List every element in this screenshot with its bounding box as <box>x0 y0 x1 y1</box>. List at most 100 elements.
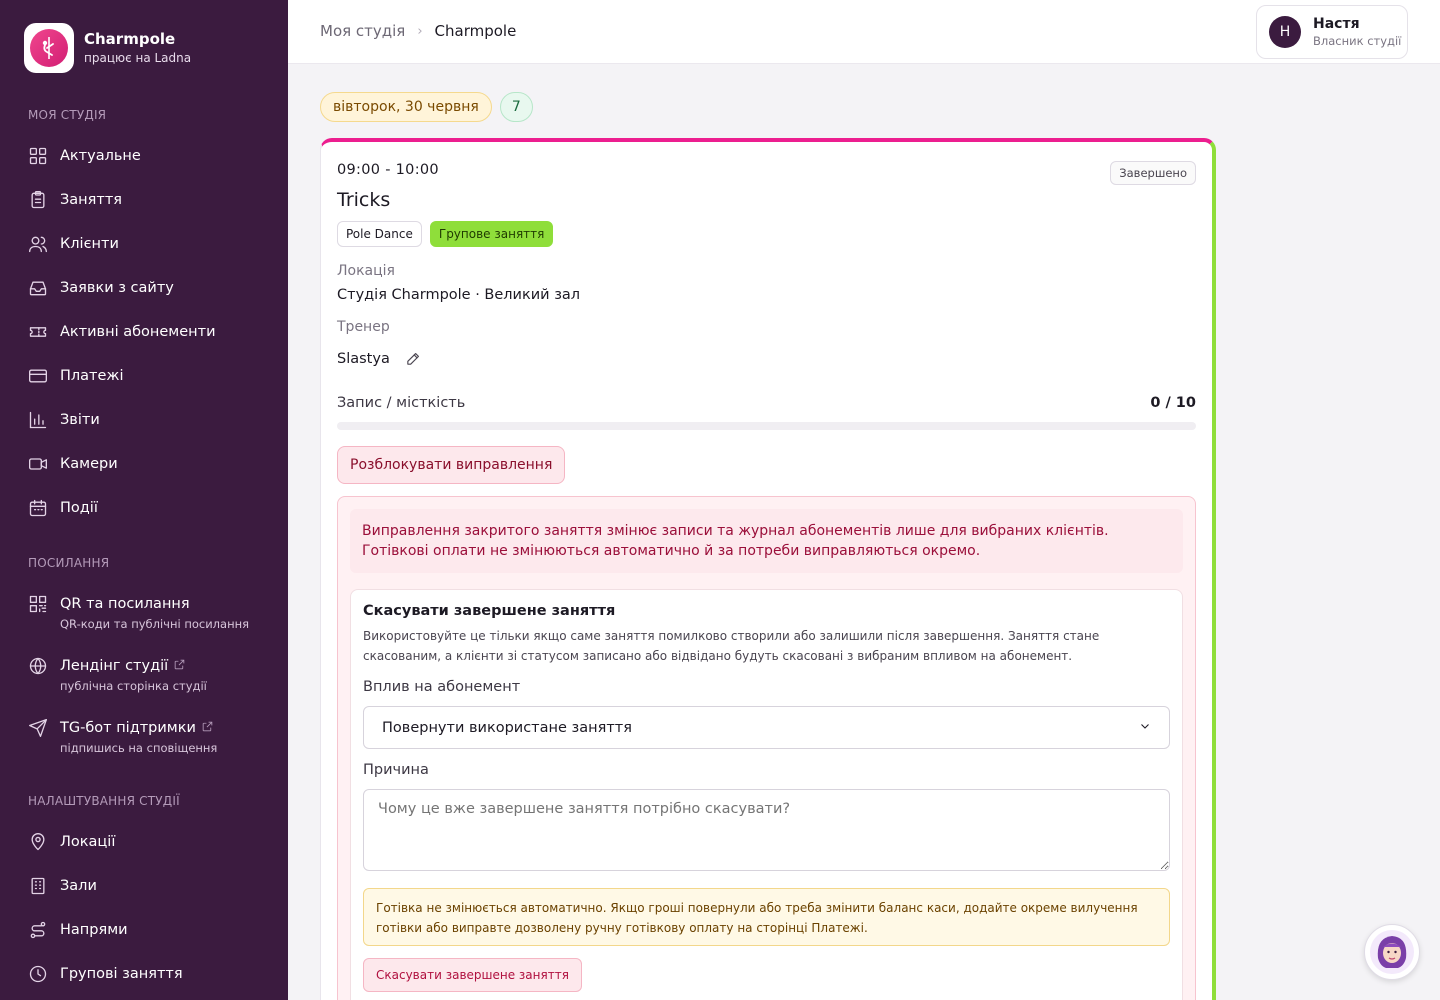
session-title: Tricks <box>337 189 391 211</box>
sidebar-item-label: Актуальне <box>60 148 141 164</box>
user-menu[interactable]: Н Настя Власник студії <box>1256 5 1408 59</box>
sidebar-item-label: Звіти <box>60 412 100 428</box>
cash-notice: Готівка не змінюється автоматично. Якщо … <box>363 888 1170 946</box>
sidebar-link-label: Лендінг студії <box>60 658 169 674</box>
trainer-label: Тренер <box>337 319 390 335</box>
session-time: 09:00 - 10:00 <box>337 162 439 178</box>
cancel-completed-button[interactable]: Скасувати завершене заняття <box>363 958 582 992</box>
date-pill: вівторок, 30 червня <box>320 92 492 122</box>
brand-logo <box>24 23 74 73</box>
trainer-value: Slastya <box>337 351 390 367</box>
pencil-icon <box>405 352 422 371</box>
cancel-section-description: Використовуйте це тільки якщо саме занят… <box>363 629 1100 663</box>
sidebar-item-label: Події <box>60 500 98 516</box>
chevron-right-icon: › <box>417 23 423 39</box>
avatar: Н <box>1269 16 1301 48</box>
clock-icon <box>28 964 48 984</box>
sidebar-item-directions[interactable]: Напрями <box>28 914 268 946</box>
capacity-value: 0 / 10 <box>1150 395 1196 411</box>
sidebar-item-classes[interactable]: Заняття <box>28 184 268 216</box>
cancel-section-title: Скасувати завершене заняття <box>363 603 616 619</box>
status-badge: Завершено <box>1110 161 1196 185</box>
sidebar-item-label: Камери <box>60 456 118 472</box>
session-card: 09:00 - 10:00 Завершено Tricks Pole Danc… <box>320 138 1216 1000</box>
sidebar-link-subtitle: підпишись на сповіщення <box>60 741 218 755</box>
brand-name: Charmpole <box>84 30 176 48</box>
sidebar-item-label: Платежі <box>60 368 124 384</box>
assistant-avatar-icon <box>1370 930 1414 974</box>
location-label: Локація <box>337 263 395 279</box>
route-icon <box>28 920 48 940</box>
video-icon <box>28 454 48 474</box>
sidebar-item-cameras[interactable]: Камери <box>28 448 268 480</box>
session-count-badge: 7 <box>499 92 533 122</box>
calendar-icon <box>28 498 48 518</box>
clipboard-icon <box>28 190 48 210</box>
date-header: вівторок, 30 червня 7 <box>320 92 533 122</box>
sidebar-link-tg-bot[interactable]: TG-бот підтримки підпишись на сповіщення <box>28 716 268 756</box>
sidebar-link-label: QR та посилання <box>60 596 190 612</box>
sidebar-item-label: Напрями <box>60 922 128 938</box>
unlock-correction-button[interactable]: Розблокувати виправлення <box>337 446 566 484</box>
sidebar-link-landing[interactable]: Лендінг студії публічна сторінка студії <box>28 654 268 694</box>
top-bar: Моя студія › Charmpole Н Настя Власник с… <box>288 0 1440 64</box>
location-value: Студія Charmpole · Великий зал <box>337 287 581 303</box>
sidebar-item-label: Заняття <box>60 192 123 208</box>
sidebar: Charmpole працює на Ladna МОЯ СТУДІЯ Акт… <box>0 0 288 1000</box>
sidebar-item-requests[interactable]: Заявки з сайту <box>28 272 268 304</box>
session-tags: Pole Dance Групове заняття <box>337 221 561 247</box>
external-link-icon <box>168 658 186 675</box>
credit-card-icon <box>28 366 48 386</box>
sidebar-link-subtitle: публічна сторінка студії <box>60 679 207 693</box>
assistant-avatar-button[interactable] <box>1364 924 1420 980</box>
capacity-progress-bar <box>337 422 1196 430</box>
map-pin-icon <box>28 832 48 852</box>
edit-trainer-button[interactable] <box>405 350 425 370</box>
sidebar-item-label: Клієнти <box>60 236 119 252</box>
grid-icon <box>28 146 48 166</box>
correction-warning: Виправлення закритого заняття змінює зап… <box>350 509 1183 573</box>
sidebar-item-locations[interactable]: Локації <box>28 826 268 858</box>
user-name: Настя <box>1313 16 1360 32</box>
chevron-down-icon <box>1139 720 1151 736</box>
capacity-label: Запис / місткість <box>337 395 466 411</box>
pole-dancer-icon <box>42 37 54 59</box>
sidebar-item-events[interactable]: Події <box>28 492 268 524</box>
building-icon <box>28 876 48 896</box>
brand[interactable]: Charmpole працює на Ladna <box>24 23 191 73</box>
sidebar-item-label: Групові заняття <box>60 966 183 982</box>
sidebar-link-subtitle: QR-коди та публічні посилання <box>60 617 250 631</box>
impact-select-value: Повернути використане заняття <box>382 719 632 736</box>
bar-chart-icon <box>28 410 48 430</box>
sidebar-item-payments[interactable]: Платежі <box>28 360 268 392</box>
sidebar-item-reports[interactable]: Звіти <box>28 404 268 436</box>
sidebar-item-active-memberships[interactable]: Активні абонементи <box>28 316 268 348</box>
sidebar-link-label: TG-бот підтримки <box>60 720 196 736</box>
inbox-icon <box>28 278 48 298</box>
sidebar-item-clients[interactable]: Клієнти <box>28 228 268 260</box>
brand-subtitle: працює на Ladna <box>84 51 192 65</box>
sidebar-item-group-classes[interactable]: Групові заняття <box>28 958 268 990</box>
section-title-studio: МОЯ СТУДІЯ <box>28 108 107 122</box>
impact-select[interactable]: Повернути використане заняття <box>363 706 1170 749</box>
reason-textarea[interactable] <box>363 789 1170 871</box>
cancel-completed-section: Скасувати завершене заняття Використовуй… <box>350 589 1183 1000</box>
external-link-icon <box>196 720 214 737</box>
sidebar-item-label: Зали <box>60 878 97 894</box>
tag-direction: Pole Dance <box>337 221 422 247</box>
section-title-settings: НАЛАШТУВАННЯ СТУДІЇ <box>28 794 180 808</box>
sidebar-item-halls[interactable]: Зали <box>28 870 268 902</box>
send-icon <box>28 718 48 738</box>
breadcrumb-parent-link[interactable]: Моя студія <box>320 22 405 40</box>
breadcrumb-current: Charmpole <box>434 22 517 40</box>
correction-panel: Виправлення закритого заняття змінює зап… <box>337 496 1196 1000</box>
user-role: Власник студії <box>1313 34 1402 48</box>
globe-icon <box>28 656 48 676</box>
sidebar-item-current[interactable]: Актуальне <box>28 140 268 172</box>
sidebar-link-qr[interactable]: QR та посилання QR-коди та публічні поси… <box>28 592 268 632</box>
ticket-icon <box>28 322 48 342</box>
sidebar-item-label: Активні абонементи <box>60 324 216 340</box>
impact-label: Вплив на абонемент <box>363 679 521 695</box>
tag-class-type: Групове заняття <box>429 221 554 247</box>
section-title-links: ПОСИЛАННЯ <box>28 556 110 570</box>
